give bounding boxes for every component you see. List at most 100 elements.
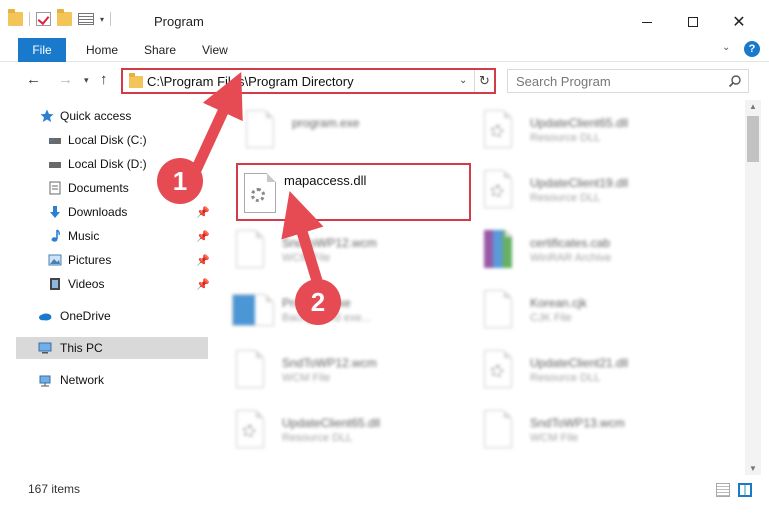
- file-item[interactable]: Program.exe Background exe...: [210, 288, 450, 338]
- file-type: WinRAR Archive: [530, 252, 612, 264]
- file-item[interactable]: UpdateClient19.dll Resource DLL: [458, 168, 698, 218]
- file-type: WCM File: [530, 432, 579, 444]
- large-icons-view-icon[interactable]: [738, 483, 752, 497]
- sidebar-item-label: Network: [60, 373, 105, 387]
- file-item[interactable]: program.exe: [220, 108, 460, 158]
- sidebar-item-downloads[interactable]: Downloads 📌: [16, 201, 210, 223]
- up-arrow-icon[interactable]: ↑: [100, 71, 108, 88]
- status-bar: 167 items: [0, 480, 769, 502]
- file-type: CJK File: [530, 312, 572, 324]
- folder-icon: [129, 73, 143, 88]
- properties-check-icon[interactable]: [36, 12, 51, 26]
- highlighted-file-item[interactable]: mapaccess.dll: [236, 163, 471, 221]
- tab-home[interactable]: Home: [86, 43, 118, 57]
- tab-share[interactable]: Share: [144, 43, 176, 57]
- quick-access-toolbar: ▾: [8, 9, 112, 26]
- gear-icon: [491, 185, 503, 197]
- new-folder-icon[interactable]: [57, 9, 72, 26]
- videos-icon: [50, 278, 60, 290]
- file-name: certificates.cab: [530, 236, 611, 250]
- tab-view[interactable]: View: [202, 43, 228, 57]
- computer-icon: [38, 342, 52, 354]
- sidebar-item-quick-access[interactable]: Quick access: [16, 105, 208, 127]
- file-item[interactable]: Korean.cjk CJK File: [458, 288, 698, 338]
- file-name: UpdateClient21.dll: [530, 356, 629, 370]
- sidebar-item-this-pc[interactable]: This PC: [16, 337, 208, 359]
- maximize-icon: [688, 17, 698, 27]
- details-view-icon[interactable]: [716, 483, 730, 497]
- gear-icon: [251, 188, 265, 202]
- file-item[interactable]: UpdateClient65.dll Resource DLL: [458, 108, 698, 158]
- file-name: SndToWP12.wcm: [282, 236, 377, 250]
- sidebar-item-local-disk-c[interactable]: Local Disk (C:): [16, 129, 208, 151]
- expand-ribbon-chevron-icon[interactable]: ⌄: [722, 42, 730, 53]
- search-icon[interactable]: [728, 74, 742, 88]
- pin-icon[interactable]: 📌: [196, 230, 210, 243]
- item-count: 167 items: [28, 482, 81, 496]
- file-type: WCM File: [282, 252, 331, 264]
- back-arrow-icon[interactable]: ←: [26, 71, 41, 88]
- sidebar-item-label: Downloads: [68, 205, 128, 219]
- pin-icon[interactable]: 📌: [196, 206, 210, 219]
- address-dropdown-chevron-icon[interactable]: ⌄: [459, 75, 467, 86]
- refresh-icon[interactable]: ↻: [474, 70, 494, 92]
- sidebar-item-music[interactable]: Music 📌: [16, 225, 210, 247]
- search-input[interactable]: Search Program: [507, 69, 749, 93]
- file-type: Resource DLL: [530, 132, 601, 144]
- rename-icon[interactable]: [78, 13, 94, 25]
- sidebar-item-local-disk-d[interactable]: Local Disk (D:): [16, 153, 208, 175]
- file-type: WCM File: [282, 372, 331, 384]
- navigation-pane: Quick access Local Disk (C:) Local Disk …: [0, 100, 210, 480]
- file-name: mapaccess.dll: [284, 173, 367, 188]
- file-name: Program.exe: [282, 296, 351, 310]
- sidebar-item-label: Videos: [68, 277, 105, 291]
- sidebar-item-label: Local Disk (D:): [68, 157, 147, 171]
- file-type: Resource DLL: [530, 372, 601, 384]
- file-item[interactable]: SndToWP12.wcm WCM File: [210, 228, 450, 278]
- sidebar-item-onedrive[interactable]: OneDrive: [16, 305, 208, 327]
- ribbon-tabs: File Home Share View ⌄ ?: [0, 38, 769, 62]
- scroll-up-icon[interactable]: ▲: [749, 102, 757, 111]
- cloud-icon: [39, 313, 52, 321]
- tab-file[interactable]: File: [18, 38, 66, 62]
- window-title: Program: [154, 14, 204, 29]
- sidebar-item-label: Quick access: [60, 109, 132, 123]
- file-name: UpdateClient19.dll: [530, 176, 629, 190]
- sidebar-item-documents[interactable]: Documents: [16, 177, 208, 199]
- file-icon: [484, 410, 512, 448]
- sidebar-item-videos[interactable]: Videos 📌: [16, 273, 210, 295]
- recent-locations-chevron-icon[interactable]: ▾: [84, 75, 89, 86]
- address-bar[interactable]: C:\Program Files\Program Directory ⌄ ↻: [121, 68, 496, 94]
- file-type: Resource DLL: [530, 192, 601, 204]
- minimize-button[interactable]: [624, 8, 670, 36]
- sidebar-item-label: This PC: [60, 341, 103, 355]
- file-icon: [484, 290, 512, 328]
- music-icon: [51, 229, 60, 242]
- help-icon[interactable]: ?: [744, 41, 760, 57]
- file-item[interactable]: SndToWP13.wcm WCM File: [458, 408, 698, 458]
- file-item[interactable]: certificates.cab WinRAR Archive: [458, 228, 698, 278]
- drive-icon: [49, 162, 61, 168]
- sidebar-item-pictures[interactable]: Pictures 📌: [16, 249, 210, 271]
- gear-icon: [491, 125, 503, 137]
- scroll-down-icon[interactable]: ▼: [749, 464, 757, 473]
- sidebar-item-label: Music: [68, 229, 100, 243]
- forward-arrow-icon[interactable]: →: [58, 71, 73, 88]
- file-type: Resource DLL: [282, 432, 353, 444]
- pin-icon[interactable]: 📌: [196, 254, 210, 267]
- maximize-button[interactable]: [670, 8, 716, 36]
- customize-toolbar-chevron-icon[interactable]: ▾: [100, 15, 104, 24]
- exe-file-icon: [246, 110, 274, 148]
- download-icon: [50, 206, 60, 218]
- file-list: program.exe SndToWP12.wcm WCM File Progr…: [210, 100, 745, 475]
- pin-icon[interactable]: 📌: [196, 278, 210, 291]
- scroll-thumb[interactable]: [747, 116, 759, 162]
- address-path[interactable]: C:\Program Files\Program Directory: [147, 74, 354, 89]
- file-item[interactable]: SndToWP12.wcm WCM File: [210, 348, 450, 398]
- file-item[interactable]: UpdateClient65.dll Resource DLL: [210, 408, 450, 458]
- close-button[interactable]: ✕: [716, 8, 762, 36]
- file-name: SndToWP13.wcm: [530, 416, 625, 430]
- sidebar-item-network[interactable]: Network: [16, 369, 208, 391]
- vertical-scrollbar[interactable]: ▲ ▼: [745, 100, 761, 475]
- file-item[interactable]: UpdateClient21.dll Resource DLL: [458, 348, 698, 398]
